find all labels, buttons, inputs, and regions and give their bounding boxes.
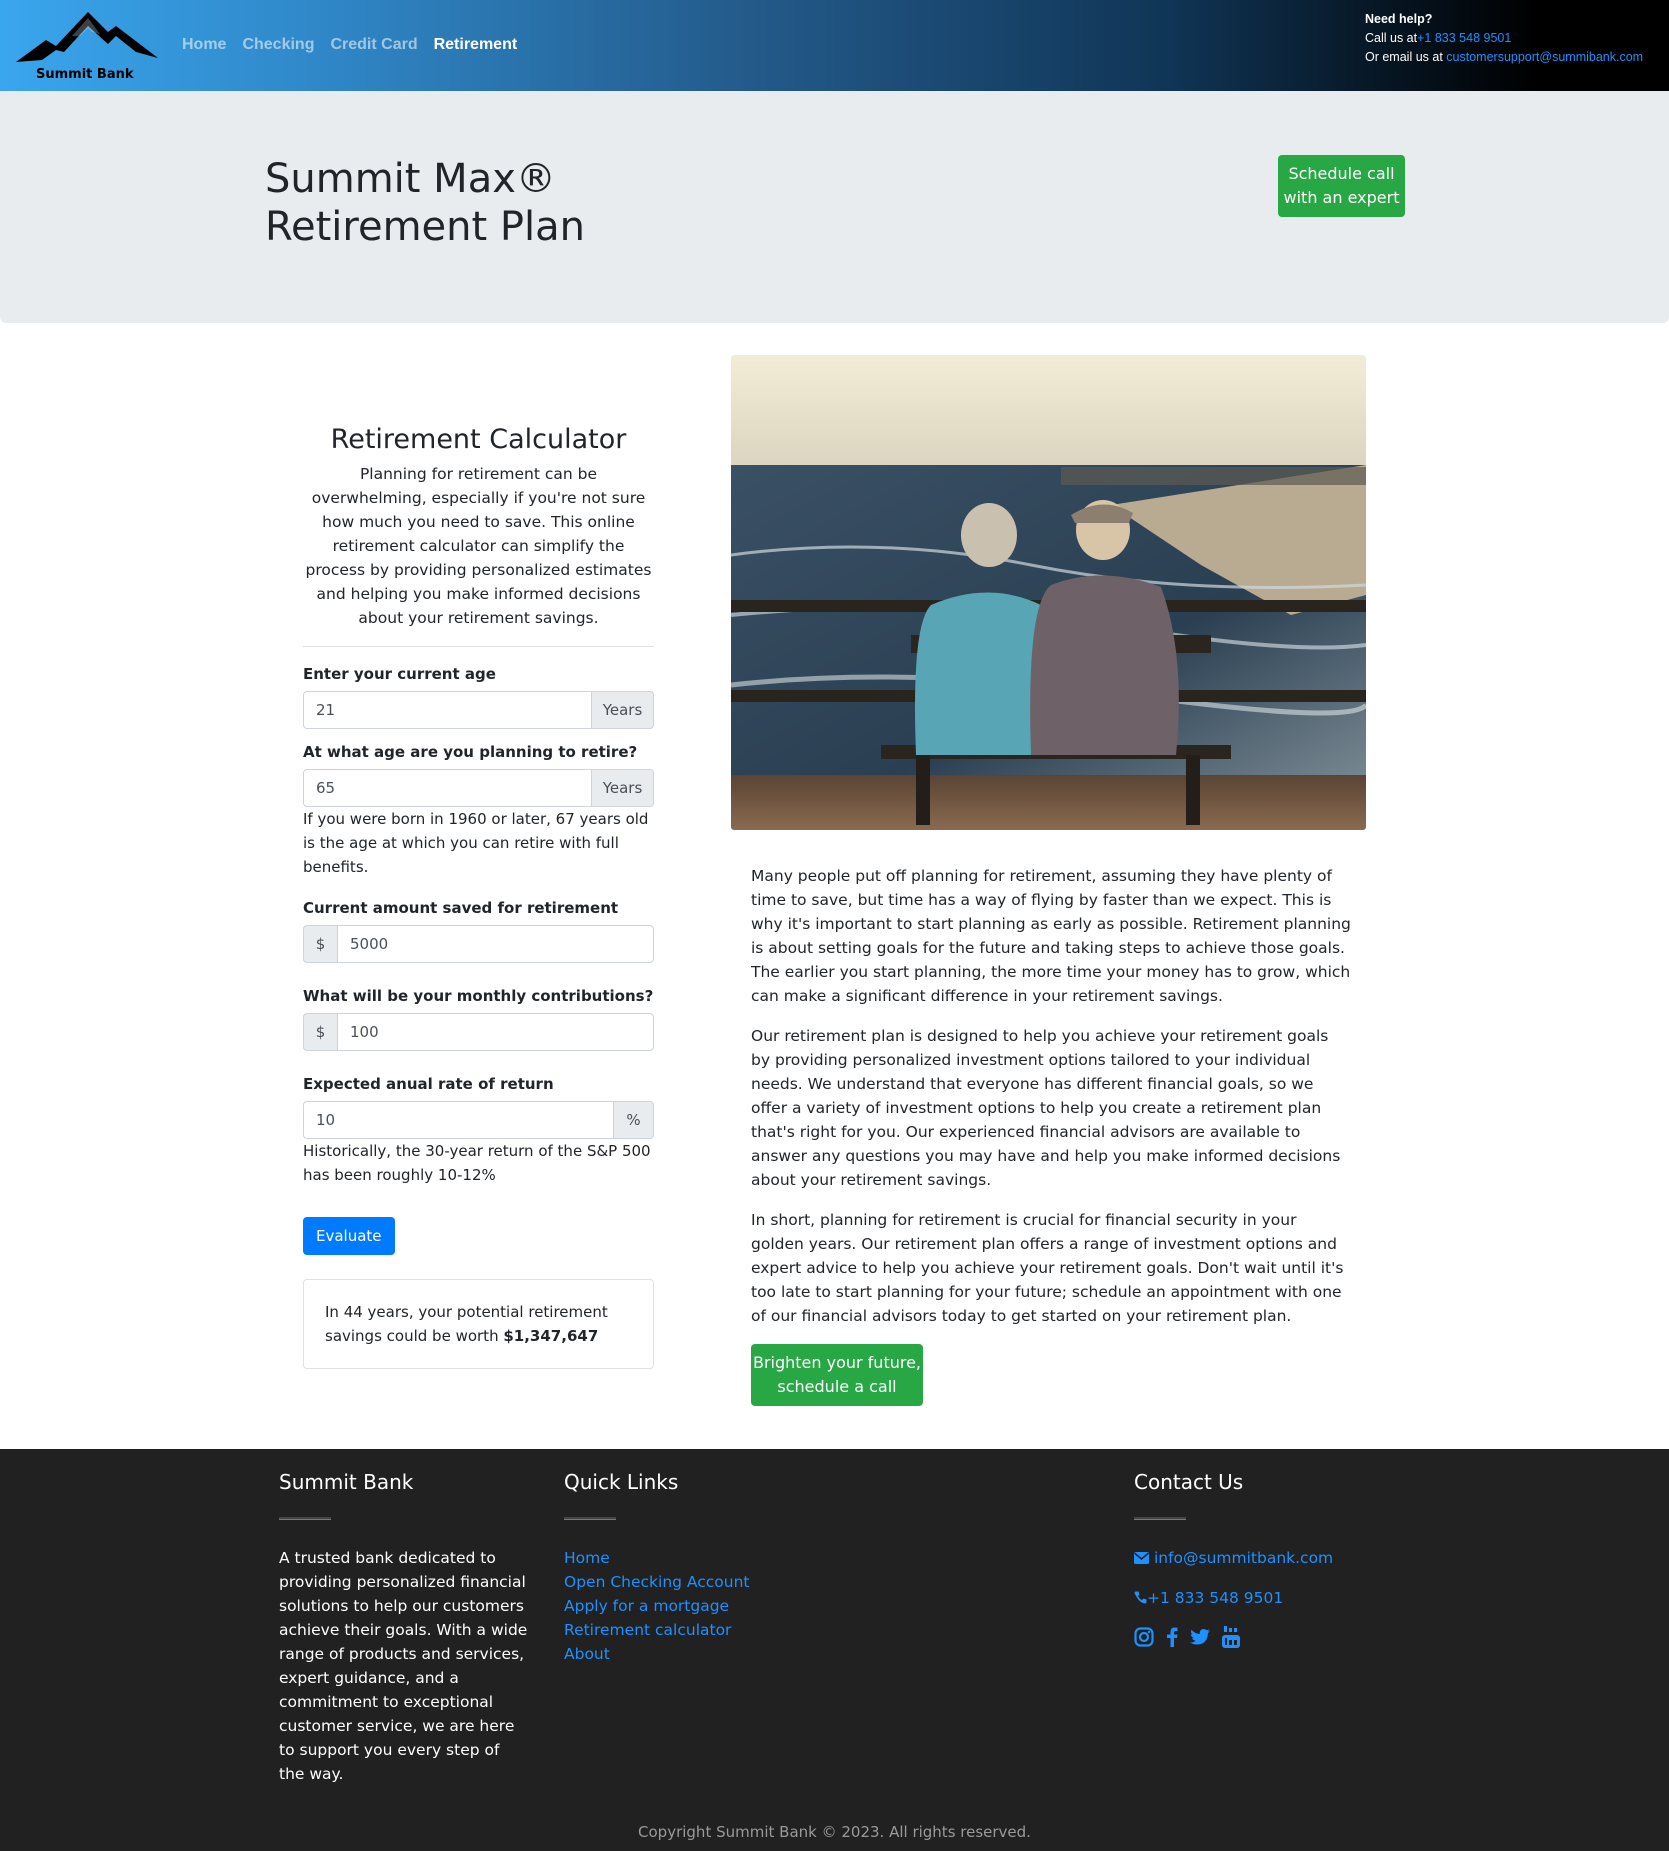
- twitter-icon[interactable]: [1190, 1628, 1210, 1650]
- footer-email-text: info@summitbank.com: [1153, 1549, 1334, 1567]
- page-title: Summit Max® Retirement Plan: [265, 155, 685, 251]
- result-box: In 44 years, your potential retirement s…: [303, 1279, 654, 1369]
- footer-about-text: A trusted bank dedicated to providing pe…: [279, 1549, 528, 1783]
- help-title: Need help?: [1365, 12, 1433, 26]
- help-email-link[interactable]: customersupport@summibank.com: [1446, 50, 1643, 64]
- help-call-prefix: Call us at: [1365, 31, 1418, 45]
- page-title-line2: Retirement Plan: [265, 204, 585, 250]
- current-age-input[interactable]: [303, 691, 592, 729]
- schedule-call-button[interactable]: Schedule call with an expert: [1278, 155, 1405, 217]
- footer-contact-list: info@summitbank.com +1 833 548 9501: [1134, 1546, 1394, 1610]
- footer-contact: Contact Us info@summitbank.com +1 833 54…: [1134, 1467, 1394, 1652]
- couple-on-bench-image: [731, 355, 1366, 830]
- footer-phone-text: +1 833 548 9501: [1147, 1589, 1284, 1607]
- return-rate-group: %: [303, 1101, 654, 1139]
- result-value: $1,347,647: [503, 1327, 599, 1345]
- retirement-couple-photo: [731, 355, 1366, 830]
- footer-link-mortgage[interactable]: Apply for a mortgage: [564, 1594, 824, 1618]
- envelope-icon: [1134, 1552, 1149, 1564]
- current-age-group: Years: [303, 691, 654, 729]
- brighten-future-line2: schedule a call: [777, 1377, 897, 1396]
- article-paragraph-1: Many people put off planning for retirem…: [751, 867, 1351, 1005]
- help-call-line: Call us at+1 833 548 9501: [1365, 29, 1643, 48]
- schedule-call-line1: Schedule call: [1288, 164, 1395, 183]
- copyright: Copyright Summit Bank © 2023. All rights…: [638, 1823, 1031, 1841]
- retire-age-unit: Years: [592, 769, 654, 807]
- current-saved-input[interactable]: [337, 925, 654, 963]
- help-contact: Need help? Call us at+1 833 548 9501 Or …: [1365, 10, 1643, 67]
- monthly-contribution-input[interactable]: [337, 1013, 654, 1051]
- nav-item-retirement[interactable]: Retirement: [434, 36, 518, 54]
- return-rate-label: Expected anual rate of return: [303, 1075, 554, 1093]
- social-links: [1134, 1626, 1394, 1652]
- nav-item-home[interactable]: Home: [182, 36, 226, 54]
- footer-link-about[interactable]: About: [564, 1642, 824, 1666]
- instagram-icon[interactable]: [1134, 1627, 1154, 1651]
- help-email-prefix: Or email us at: [1365, 50, 1443, 64]
- evaluate-button[interactable]: Evaluate: [303, 1217, 395, 1255]
- footer-link-home[interactable]: Home: [564, 1546, 824, 1570]
- current-saved-label: Current amount saved for retirement: [303, 899, 619, 917]
- brighten-future-line1: Brighten your future,: [752, 1353, 922, 1372]
- facebook-icon[interactable]: [1166, 1627, 1178, 1651]
- phone-icon: [1134, 1591, 1147, 1604]
- current-saved-currency: $: [303, 925, 337, 963]
- current-age-unit: Years: [592, 691, 654, 729]
- site-footer: Summit Bank A trusted bank dedicated to …: [0, 1449, 1669, 1851]
- return-rate-input[interactable]: [303, 1101, 614, 1139]
- footer-links-divider: [564, 1517, 616, 1520]
- footer-contact-divider: [1134, 1517, 1186, 1520]
- footer-phone-link[interactable]: +1 833 548 9501: [1134, 1586, 1394, 1610]
- help-email-line: Or email us at customersupport@summibank…: [1365, 48, 1643, 67]
- footer-about: Summit Bank A trusted bank dedicated to …: [279, 1467, 529, 1786]
- nav-item-credit-card[interactable]: Credit Card: [330, 36, 417, 54]
- monthly-contribution-label: What will be your monthly contributions?: [303, 987, 654, 1005]
- hero-jumbotron: Summit Max® Retirement Plan Schedule cal…: [0, 91, 1669, 323]
- calculator-intro: Planning for retirement can be overwhelm…: [305, 465, 652, 627]
- calculator-title: Retirement Calculator: [330, 424, 627, 455]
- article-paragraph-3: In short, planning for retirement is cru…: [751, 1211, 1344, 1325]
- retire-age-label: At what age are you planning to retire?: [303, 743, 638, 761]
- return-rate-unit: %: [614, 1101, 654, 1139]
- retire-age-group: Years: [303, 769, 654, 807]
- top-navbar: Summit Bank Home Checking Credit Card Re…: [0, 0, 1669, 91]
- footer-about-divider: [279, 1517, 331, 1520]
- footer-about-title: Summit Bank: [279, 1470, 414, 1494]
- article-paragraph-2: Our retirement plan is designed to help …: [751, 1027, 1341, 1189]
- retirement-calculator: Retirement Calculator Planning for retir…: [303, 420, 654, 1369]
- footer-links-list: Home Open Checking Account Apply for a m…: [564, 1546, 824, 1666]
- retire-age-help: If you were born in 1960 or later, 67 ye…: [303, 810, 649, 876]
- footer-quick-links: Quick Links Home Open Checking Account A…: [564, 1467, 824, 1666]
- brand-logo[interactable]: Summit Bank: [16, 6, 158, 86]
- calculator-divider: [303, 646, 654, 647]
- footer-link-open-checking[interactable]: Open Checking Account: [564, 1570, 824, 1594]
- monthly-contribution-group: $: [303, 1013, 654, 1051]
- brighten-future-button[interactable]: Brighten your future, schedule a call: [751, 1344, 923, 1406]
- retire-age-input[interactable]: [303, 769, 592, 807]
- monthly-contribution-currency: $: [303, 1013, 337, 1051]
- current-saved-group: $: [303, 925, 654, 963]
- retirement-article: Many people put off planning for retirem…: [751, 864, 1351, 1406]
- youtube-icon[interactable]: [1222, 1626, 1240, 1652]
- footer-contact-title: Contact Us: [1134, 1470, 1244, 1494]
- schedule-call-line2: with an expert: [1283, 188, 1400, 207]
- help-phone-link[interactable]: +1 833 548 9501: [1417, 31, 1511, 45]
- footer-links-title: Quick Links: [564, 1470, 679, 1494]
- page-title-line1: Summit Max®: [265, 156, 556, 202]
- mountain-logo-icon: [16, 12, 158, 62]
- nav-item-checking[interactable]: Checking: [242, 36, 314, 54]
- footer-link-retirement-calculator[interactable]: Retirement calculator: [564, 1618, 824, 1642]
- footer-email-link[interactable]: info@summitbank.com: [1134, 1546, 1394, 1570]
- brand-name: Summit Bank: [36, 67, 134, 82]
- return-rate-help: Historically, the 30-year return of the …: [303, 1142, 651, 1184]
- main-nav: Home Checking Credit Card Retirement: [182, 36, 517, 54]
- current-age-label: Enter your current age: [303, 665, 496, 683]
